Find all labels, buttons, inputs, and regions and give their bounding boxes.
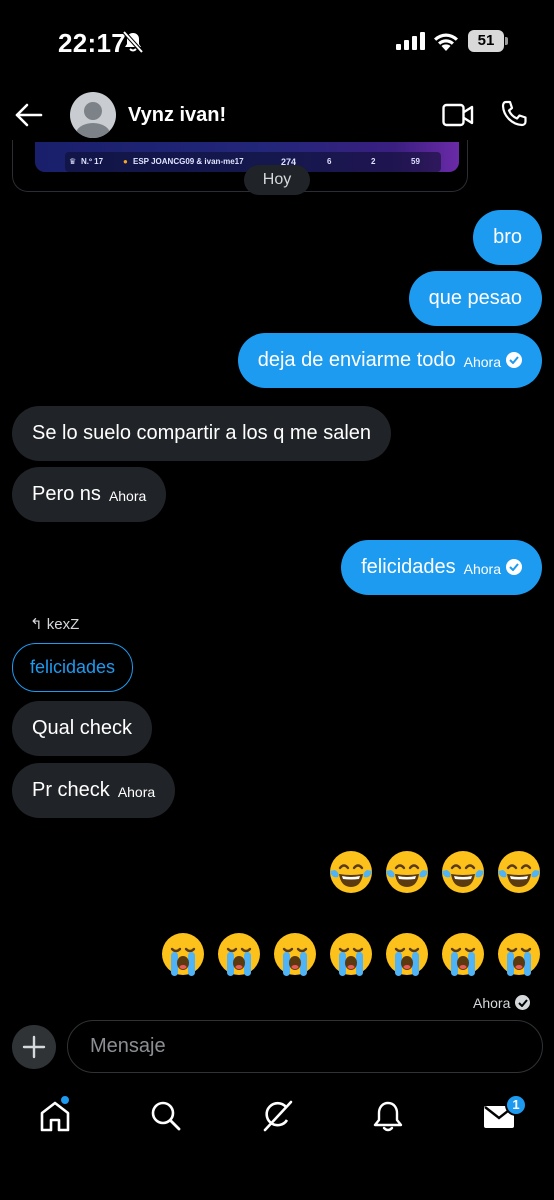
- status-bar: 22:17 51: [0, 0, 554, 84]
- home-notification-dot: [60, 1095, 70, 1105]
- read-check-icon: [506, 559, 522, 575]
- tears-of-joy-emoji-icon: [330, 851, 372, 893]
- loudly-crying-emoji-icon: [218, 933, 260, 976]
- read-check-icon: [506, 352, 522, 368]
- message-bubble-outgoing[interactable]: bro: [473, 210, 542, 265]
- message-bubble-outgoing[interactable]: deja de enviarme todo Ahora: [237, 333, 542, 388]
- leaderboard-stat: 2: [371, 157, 376, 166]
- leaderboard-players: ESP JOANCG09 & ivan-me17: [133, 157, 244, 166]
- message-status: Ahora: [473, 995, 531, 1011]
- phone-call-icon[interactable]: [500, 100, 528, 128]
- bottom-navigation: [0, 1088, 554, 1148]
- message-text: Se lo suelo compartir a los q me salen: [32, 422, 372, 444]
- player-badge-icon: ●: [123, 157, 128, 166]
- shared-post-preview[interactable]: ♛ N.º 17 ● ESP JOANCG09 & ivan-me17 274 …: [12, 140, 468, 192]
- message-bubble-incoming[interactable]: Pero ns Ahora: [12, 467, 167, 522]
- message-time: Ahora: [473, 995, 511, 1011]
- message-text: Pr check: [32, 779, 110, 801]
- contact-name[interactable]: Vynz ivan!: [128, 104, 226, 127]
- leaderboard-card: ♛ N.º 17 ● ESP JOANCG09 & ivan-me17 274 …: [35, 142, 459, 172]
- message-text: bro: [493, 226, 522, 248]
- loudly-crying-emoji-icon: [274, 933, 316, 976]
- message-time: Ahora: [463, 354, 501, 370]
- leaderboard-rank: N.º 17: [81, 157, 104, 166]
- message-bubble-incoming[interactable]: Qual check: [12, 701, 153, 756]
- cellular-signal-icon: [396, 32, 425, 50]
- back-arrow-icon[interactable]: [12, 98, 46, 132]
- add-attachment-button[interactable]: [12, 1025, 56, 1069]
- date-separator: Hoy: [244, 165, 310, 195]
- status-time: 22:17: [58, 28, 126, 58]
- notifications-icon[interactable]: [370, 1098, 406, 1134]
- battery-icon: 51: [468, 30, 508, 52]
- message-time: Ahora: [108, 488, 147, 504]
- read-check-icon: [515, 995, 531, 1010]
- leaderboard-stat: 6: [327, 157, 332, 166]
- bell-slash-icon: [122, 30, 144, 54]
- message-text: Pero ns: [32, 483, 101, 505]
- loudly-crying-emoji-icon: [386, 933, 428, 976]
- tears-of-joy-emoji-icon: [442, 851, 484, 893]
- avatar[interactable]: [70, 92, 116, 138]
- battery-level: 51: [468, 30, 504, 52]
- default-avatar-icon: [76, 102, 110, 138]
- grok-icon[interactable]: [259, 1098, 295, 1134]
- message-text: felicidades: [361, 556, 456, 578]
- reply-indicator: ↰ kexZ: [30, 615, 79, 633]
- leaderboard-stat: 59: [411, 157, 420, 166]
- message-text: que pesao: [428, 287, 522, 309]
- conversation-header: Vynz ivan!: [0, 84, 554, 148]
- loudly-crying-emoji-icon: [498, 933, 540, 976]
- trophy-icon: ♛: [69, 157, 77, 166]
- loudly-crying-emoji-icon: [442, 933, 484, 976]
- message-time: Ahora: [463, 561, 501, 577]
- message-input[interactable]: [67, 1020, 543, 1073]
- loudly-crying-emoji-icon: [162, 933, 204, 976]
- quoted-message[interactable]: felicidades: [12, 643, 134, 692]
- message-text: deja de enviarme todo: [257, 349, 456, 371]
- emoji-message[interactable]: [328, 849, 542, 895]
- message-bubble-incoming[interactable]: Se lo suelo compartir a los q me salen: [12, 406, 392, 461]
- message-bubble-outgoing[interactable]: que pesao: [408, 271, 542, 326]
- message-bubble-incoming[interactable]: Pr check Ahora: [12, 763, 176, 818]
- reply-arrow-icon: ↰: [30, 616, 43, 633]
- reply-to-user: kexZ: [46, 616, 80, 633]
- tears-of-joy-emoji-icon: [498, 851, 540, 893]
- video-call-icon[interactable]: [442, 102, 474, 128]
- message-time: Ahora: [117, 784, 156, 800]
- loudly-crying-emoji-icon: [330, 933, 372, 976]
- messages-badge: 1: [505, 1094, 527, 1116]
- search-icon[interactable]: [148, 1098, 184, 1134]
- emoji-message[interactable]: [160, 931, 542, 977]
- message-bubble-outgoing[interactable]: felicidades Ahora: [341, 540, 542, 595]
- message-text: Qual check: [32, 717, 133, 739]
- tears-of-joy-emoji-icon: [386, 851, 428, 893]
- wifi-icon: [434, 33, 458, 51]
